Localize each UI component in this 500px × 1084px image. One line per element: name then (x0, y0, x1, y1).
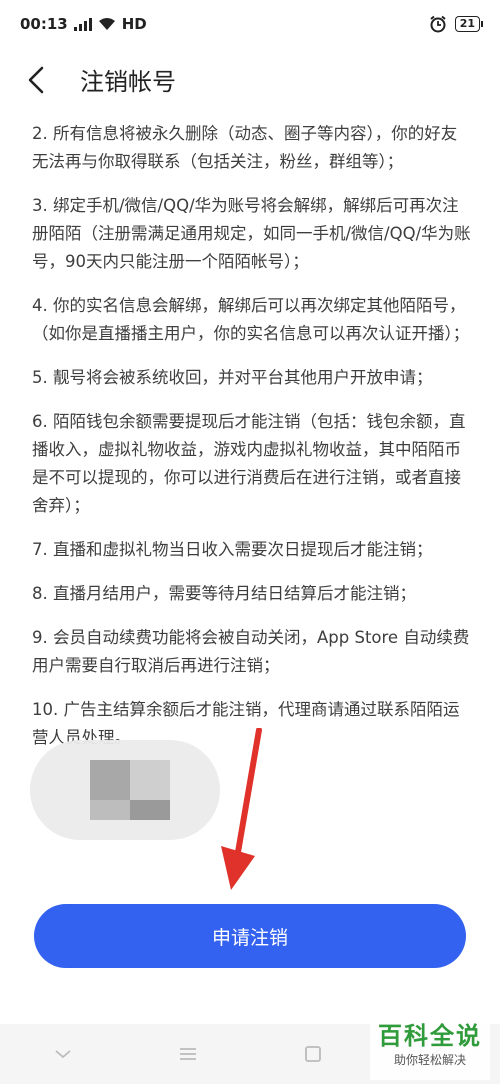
list-item: 3. 绑定手机/微信/QQ/华为账号将会解绑，解绑后可再次注册陌陌（注册需满足通… (32, 196, 471, 271)
page-title: 注销帐号 (80, 68, 176, 96)
status-time: 00:13 (20, 15, 68, 33)
page-header: 注销帐号 (0, 58, 500, 102)
status-right: 21 (429, 15, 484, 33)
nav-down-button[interactable] (43, 1034, 83, 1074)
menu-icon (179, 1048, 196, 1060)
nav-menu-button[interactable] (168, 1034, 208, 1074)
mosaic-redaction (30, 740, 220, 840)
alarm-icon (430, 15, 446, 33)
wifi-icon (98, 18, 115, 30)
status-bar: 00:13 HD 21 (0, 0, 500, 48)
home-square-icon (304, 1046, 321, 1062)
watermark-logo: 百科全说 助你轻松解决 (370, 1020, 490, 1080)
network-type: HD (121, 15, 147, 33)
list-item: 8. 直播月结用户，需要等待月结日结算后才能注销； (32, 584, 416, 603)
chevron-down-icon (54, 1050, 71, 1059)
terms-list: 2. 所有信息将被永久删除（动态、圈子等内容），你的好友无法再与你取得联系（包括… (32, 120, 472, 768)
back-arrow-icon[interactable] (22, 64, 54, 96)
watermark-subtitle: 助你轻松解决 (393, 1053, 466, 1067)
list-item: 6. 陌陌钱包余额需要提现后才能注销（包括：钱包余额，直播收入，虚拟礼物收益，游… (32, 412, 466, 515)
status-left: 00:13 HD (20, 15, 147, 33)
list-item: 5. 靓号将会被系统收回，并对平台其他用户开放申请； (32, 368, 433, 387)
nav-home-button[interactable] (293, 1034, 333, 1074)
battery-icon: 21 (454, 16, 484, 32)
list-item: 4. 你的实名信息会解绑，解绑后可以再次绑定其他陌陌号，（如你是直播播主用户，你… (32, 296, 470, 343)
list-item: 9. 会员自动续费功能将会被自动关闭，App Store 自动续费用户需要自行取… (32, 628, 470, 675)
watermark-title: 百科全说 (378, 1022, 482, 1050)
apply-cancel-account-button[interactable]: 申请注销 (34, 904, 466, 968)
annotation-arrow-icon (221, 728, 262, 890)
cell-signal-icon (73, 17, 92, 31)
list-item: 2. 所有信息将被永久删除（动态、圈子等内容），你的好友无法再与你取得联系（包括… (32, 124, 458, 171)
list-item: 7. 直播和虚拟礼物当日收入需要次日提现后才能注销； (32, 540, 433, 559)
